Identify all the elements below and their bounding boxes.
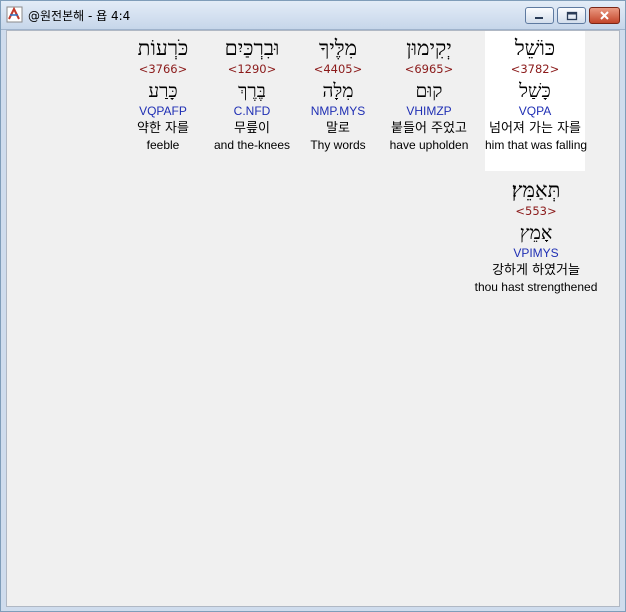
hebrew-lemma: קוּם <box>415 80 443 102</box>
interlinear-panel: כּוֹשֵׁל <3782> כָּשַׁל VQPA 넘어져 가는 자를 h… <box>6 30 620 607</box>
parsing-code: NMP.MYS <box>310 104 366 118</box>
minimize-icon <box>535 17 543 19</box>
parsing-code: VHIMZP <box>406 104 452 118</box>
korean-gloss: 약한 자를 <box>137 121 189 136</box>
close-icon <box>600 11 609 20</box>
app-window: @원전본해 - 욥 4:4 כּוֹשֵׁל <3782> כָּשַׁל VQ… <box>0 0 626 612</box>
strong-number[interactable]: <3766> <box>113 62 213 76</box>
hebrew-word: תְּאַמֵּץ׃ <box>511 178 561 202</box>
word-block[interactable]: מִלֶּיךָ <4405> מִלָּה NMP.MYS 말로 Thy wo… <box>288 31 388 153</box>
korean-gloss: 붙들어 주었고 <box>391 121 467 136</box>
app-icon <box>6 6 23 23</box>
hebrew-lemma: מִלָּה <box>322 80 354 102</box>
hebrew-word: כּוֹשֵׁל <box>514 36 556 60</box>
korean-gloss: 무릎이 <box>234 121 270 136</box>
title-bar[interactable]: @원전본해 - 욥 4:4 <box>1 1 625 30</box>
strong-number[interactable]: <4405> <box>288 62 388 76</box>
maximize-icon <box>566 11 577 20</box>
parsing-code: C.NFD <box>233 104 271 118</box>
strong-number[interactable]: <1290> <box>202 62 302 76</box>
hebrew-word: כֹּרְעוֹת <box>137 36 189 60</box>
hebrew-word: מִלֶּיךָ <box>318 36 358 60</box>
hebrew-lemma: כָּרַע <box>148 80 178 102</box>
parsing-code: VQPAFP <box>139 104 187 118</box>
minimize-button[interactable] <box>525 7 554 24</box>
english-gloss: and the-knees <box>213 138 291 152</box>
english-gloss: Thy words <box>310 138 366 152</box>
close-button[interactable] <box>589 7 620 24</box>
strong-number[interactable]: <3782> <box>485 62 585 76</box>
maximize-button[interactable] <box>557 7 586 24</box>
english-gloss: him that was falling <box>485 138 588 152</box>
hebrew-lemma: כָּשַׁל <box>519 80 551 102</box>
korean-gloss: 말로 <box>326 121 350 136</box>
english-gloss: feeble <box>146 138 180 152</box>
strong-number[interactable]: <553> <box>462 204 610 218</box>
word-block[interactable]: כֹּרְעוֹת <3766> כָּרַע VQPAFP 약한 자를 fee… <box>113 31 213 153</box>
parsing-code: VQPA <box>518 104 552 118</box>
word-block[interactable]: תְּאַמֵּץ׃ <553> אָמֵץ VPIMYS 강하게 하였거늘 t… <box>462 173 610 295</box>
word-block[interactable]: וּבִרְכַּיִם <1290> בֶּרֶךְ C.NFD 무릎이 an… <box>202 31 302 153</box>
korean-gloss: 넘어져 가는 자를 <box>489 121 581 136</box>
hebrew-word: וּבִרְכַּיִם <box>224 36 280 60</box>
word-block[interactable]: יְקִימוּן <6965> קוּם VHIMZP 붙들어 주었고 hav… <box>379 31 479 153</box>
korean-gloss: 강하게 하였거늘 <box>492 263 580 278</box>
window-title: @원전본해 - 욥 4:4 <box>28 9 131 23</box>
strong-number[interactable]: <6965> <box>379 62 479 76</box>
hebrew-word: יְקִימוּן <box>406 36 452 60</box>
hebrew-lemma: בֶּרֶךְ <box>238 80 266 102</box>
parsing-code: VPIMYS <box>513 246 559 260</box>
word-block[interactable]: כּוֹשֵׁל <3782> כָּשַׁל VQPA 넘어져 가는 자를 h… <box>485 31 588 171</box>
hebrew-lemma: אָמֵץ <box>519 222 553 244</box>
english-gloss: have upholden <box>389 138 469 152</box>
english-gloss: thou hast strengthened <box>474 280 598 294</box>
